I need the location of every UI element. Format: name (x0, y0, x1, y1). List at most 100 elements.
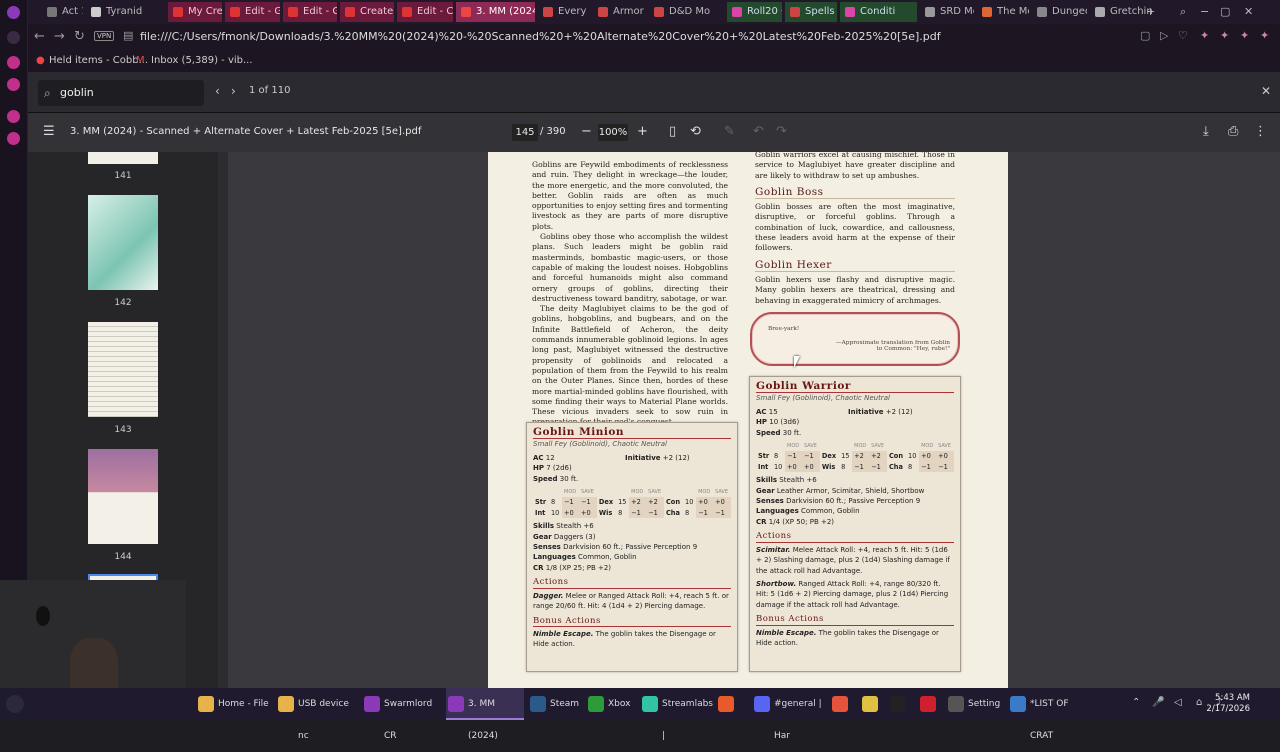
back-icon[interactable]: ← (34, 29, 45, 44)
vpn-badge[interactable]: VPN (94, 31, 115, 41)
value: Darkvision 60 ft.; Passive Perception 9 (563, 543, 698, 552)
taskbar-app[interactable]: Streamlabs | (640, 688, 718, 741)
tray-chevron-icon[interactable]: ⌃ (1132, 697, 1140, 708)
search-tabs-icon[interactable]: ⌕ (1180, 5, 1186, 19)
bookmark-icon: ● (36, 55, 45, 66)
microphone-icon[interactable]: 🎤 (1152, 697, 1164, 708)
network-icon[interactable]: ⌂ (1196, 697, 1202, 708)
annotate-icon[interactable]: ✎ (724, 124, 735, 139)
browser-tab[interactable]: 3. MM (2024) (456, 2, 535, 22)
undo-icon[interactable]: ↶ (753, 124, 764, 139)
extension-icon[interactable]: ✦ (1260, 29, 1269, 42)
snapshot-icon[interactable]: ▢ (1140, 29, 1150, 42)
download-icon[interactable]: ⤓ (1203, 124, 1209, 139)
browser-tab[interactable]: Every C (538, 2, 590, 22)
rotate-icon[interactable]: ⟲ (690, 124, 701, 139)
taskbar-app[interactable] (888, 688, 912, 720)
more-options-icon[interactable]: ⋮ (1254, 124, 1267, 139)
page-thumbnail[interactable] (88, 195, 158, 290)
browser-tab[interactable]: Spells (785, 2, 837, 22)
browser-tab[interactable]: Edit - G (283, 2, 337, 22)
taskbar-app[interactable]: Swarmlord CR (362, 688, 440, 741)
forward-icon[interactable]: → (54, 29, 65, 44)
taskbar-app[interactable]: *LIST OF CRAT (1008, 688, 1086, 741)
play-icon[interactable]: ▷ (1160, 29, 1168, 42)
taskbar-app[interactable]: Home - File (196, 688, 274, 720)
sidebar-app-icon[interactable] (7, 132, 20, 145)
browser-tab[interactable]: Gretchin (1090, 2, 1152, 22)
page-number-input[interactable]: 145 (512, 124, 538, 141)
reload-sidebar-icon[interactable] (7, 31, 20, 44)
browser-tab[interactable]: Create (340, 2, 394, 22)
zoom-in-icon[interactable]: + (637, 124, 648, 139)
reload-icon[interactable]: ↻ (74, 29, 85, 44)
taskbar-app[interactable]: USB device nc (276, 688, 354, 741)
paragraph: Goblins are Feywild embodiments of reckl… (532, 160, 728, 231)
browser-tab[interactable]: Conditi (840, 2, 917, 22)
sidebar-toggle-icon[interactable]: ☰ (43, 124, 55, 139)
browser-tab[interactable]: Edit - G (225, 2, 280, 22)
taskbar-app[interactable] (830, 688, 854, 720)
extension-icon[interactable]: ✦ (1240, 29, 1249, 42)
page-thumbnail[interactable] (88, 152, 158, 164)
page-thumbnail[interactable] (88, 322, 158, 417)
page-thumbnail[interactable] (88, 449, 158, 544)
sidebar-app-icon[interactable] (7, 78, 20, 91)
thumbnail-label: 142 (114, 298, 132, 308)
browser-logo-icon[interactable] (7, 6, 20, 19)
sidebar-app-icon[interactable] (7, 56, 20, 69)
action-name: Nimble Escape. (533, 629, 594, 638)
new-tab-icon[interactable]: + (1146, 5, 1155, 18)
taskbar-app[interactable] (716, 688, 740, 720)
ability-value: +0 (936, 451, 954, 462)
tab-label: Dungeo (1052, 6, 1087, 17)
window-close-icon[interactable]: ✕ (1244, 5, 1253, 18)
browser-tab[interactable]: Dungeo (1032, 2, 1087, 22)
find-next-icon[interactable]: › (231, 84, 236, 98)
system-clock[interactable]: 5:43 AM 2/17/2026 (1206, 693, 1250, 715)
heart-icon[interactable]: ♡ (1178, 29, 1188, 42)
maximize-icon[interactable]: ▢ (1220, 5, 1230, 18)
bookmark-item[interactable]: Held items - Cobb... (49, 55, 148, 66)
ability-name: Int (758, 462, 769, 471)
browser-tab[interactable]: D&D Mo (649, 2, 724, 22)
extension-icon[interactable]: ✦ (1200, 29, 1209, 42)
browser-tab[interactable]: Armor - (593, 2, 646, 22)
action: Shortbow. Ranged Attack Roll: +4, range … (756, 579, 954, 610)
browser-tab[interactable]: Tyranid (86, 2, 165, 22)
bookmarks-bar: ● Held items - Cobb... M Inbox (5,389) -… (28, 50, 1280, 72)
ability-value: −1 (802, 451, 820, 462)
browser-tab[interactable]: The Mo (977, 2, 1029, 22)
taskbar-app[interactable] (918, 688, 942, 720)
start-icon[interactable] (6, 695, 24, 713)
browser-tab[interactable]: Edit - C (397, 2, 453, 22)
ability-name: Con (888, 452, 904, 461)
browser-tab[interactable]: Roll20 C (727, 2, 782, 22)
minimize-icon[interactable]: − (1200, 5, 1209, 18)
browser-tab[interactable]: SRD Mo (920, 2, 974, 22)
action-name: Scimitar. (756, 545, 791, 554)
fit-page-icon[interactable]: ▯ (669, 124, 676, 139)
taskbar-app[interactable] (860, 688, 884, 720)
address-bar[interactable]: file:///C:/Users/fmonk/Downloads/3.%20MM… (140, 30, 941, 43)
browser-tab[interactable]: My Cre (168, 2, 222, 22)
print-icon[interactable]: ⎙ (1228, 124, 1238, 139)
zoom-input[interactable]: 100% (598, 124, 628, 141)
pdf-title: 3. MM (2024) - Scanned + Alternate Cover… (70, 126, 422, 137)
ability-header-cell (820, 441, 839, 451)
browser-tab[interactable]: Act 1 D (42, 2, 83, 22)
bookmark-item[interactable]: Inbox (5,389) - vib... (151, 55, 253, 66)
thumbnail-scrollbar[interactable] (218, 152, 228, 688)
redo-icon[interactable]: ↷ (776, 124, 787, 139)
taskbar-app-label: Xbox (608, 699, 631, 709)
find-previous-icon[interactable]: ‹ (215, 84, 220, 98)
taskbar-app[interactable]: 3. MM (2024) (446, 688, 524, 741)
volume-icon[interactable]: ◁ (1174, 697, 1182, 708)
tab-favicon-icon (1095, 7, 1105, 17)
close-find-icon[interactable]: ✕ (1261, 84, 1271, 98)
find-input[interactable]: ⌕ goblin (38, 80, 204, 106)
extension-icon[interactable]: ✦ (1220, 29, 1229, 42)
sidebar-app-icon[interactable] (7, 110, 20, 123)
taskbar-app[interactable]: #general | Har (752, 688, 830, 741)
zoom-out-icon[interactable]: − (581, 124, 592, 139)
